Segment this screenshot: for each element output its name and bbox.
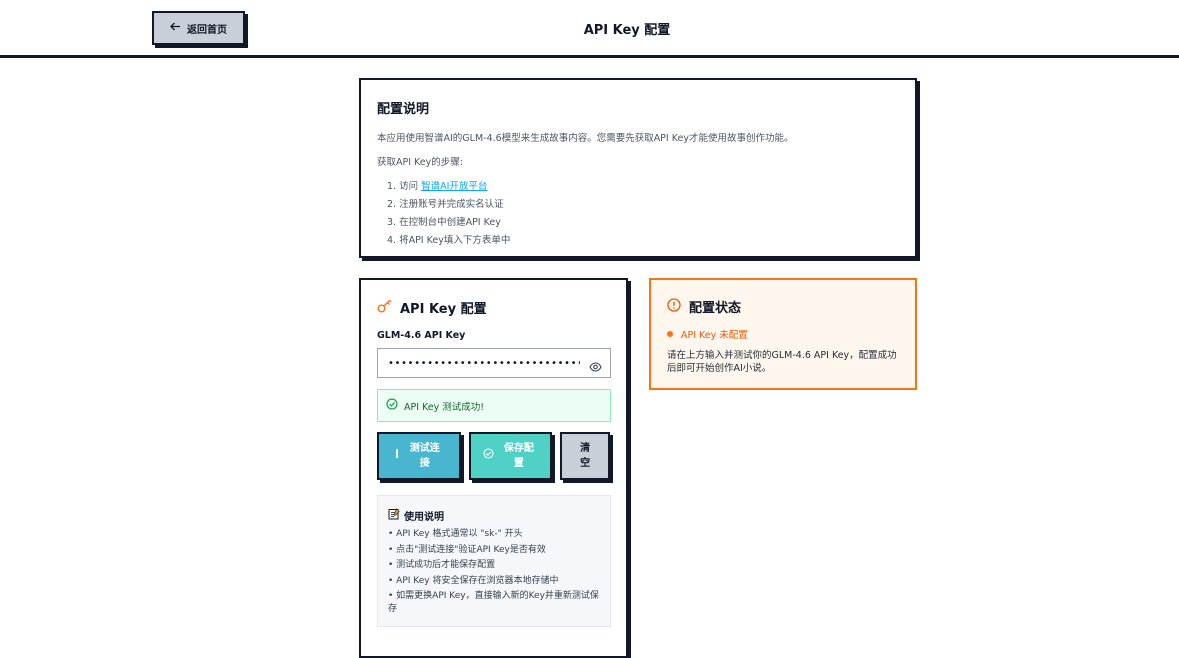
config-card-header: API Key 配置 (377, 298, 610, 317)
api-key-config-card: API Key 配置 GLM-4.6 API Key •••••••••••••… (359, 278, 628, 658)
success-text: API Key 测试成功! (404, 401, 485, 413)
check-circle-icon (386, 398, 398, 413)
memo-icon (388, 508, 400, 523)
zhipu-platform-link[interactable]: 智谱AI开放平台 (421, 181, 487, 192)
test-connection-button[interactable]: 测试连接 (377, 432, 461, 480)
status-card-title: 配置状态 (689, 301, 742, 316)
api-key-input[interactable]: •••••••••••••••••••••••••••••••••••• (377, 348, 611, 378)
instructions-intro: 本应用使用智谱AI的GLM-4.6模型来生成故事内容。您需要先获取API Key… (377, 133, 794, 144)
usage-note-item: • API Key 格式通常以 "sk-" 开头 (388, 529, 523, 539)
usage-note-item: • 如需更换API Key，直接输入新的Key并重新测试保存 (388, 591, 599, 614)
test-success-message: API Key 测试成功! (377, 389, 611, 422)
usage-notes-list: • API Key 格式通常以 "sk-" 开头 • 点击"测试连接"验证API… (388, 528, 600, 616)
save-config-label: 保存配置 (503, 443, 534, 469)
alert-circle-icon (667, 297, 681, 316)
status-text: API Key 未配置 (681, 330, 748, 341)
instructions-title: 配置说明 (377, 102, 430, 117)
check-circle-icon (483, 448, 494, 464)
eye-icon[interactable] (589, 357, 602, 376)
action-buttons: 测试连接 保存配置 清空 (377, 432, 610, 480)
step-item: 4. 将API Key填入下方表单中 (387, 235, 511, 246)
step-item: 3. 在控制台中创建API Key (387, 217, 501, 228)
status-dot (667, 331, 673, 337)
top-header: 返回首页 API Key 配置 (0, 0, 1179, 58)
clear-label: 清空 (580, 443, 591, 469)
usage-notes-title: 使用说明 (404, 512, 444, 523)
key-icon (377, 298, 392, 317)
config-status-card: 配置状态 API Key 未配置 请在上方输入并测试你的GLM-4.6 API … (649, 278, 917, 390)
test-connection-label: 测试连接 (409, 443, 440, 469)
plug-icon (394, 448, 400, 464)
usage-note-item: • 点击"测试连接"验证API Key是否有效 (388, 544, 546, 555)
save-config-button[interactable]: 保存配置 (468, 432, 553, 480)
steps-title: 获取API Key的步骤: (377, 157, 463, 168)
status-description: 请在上方输入并测试你的GLM-4.6 API Key，配置成功后即可开始创作AI… (667, 350, 897, 374)
usage-notes: 使用说明 • API Key 格式通常以 "sk-" 开头 • 点击"测试连接"… (377, 495, 611, 627)
instructions-card: 配置说明 本应用使用智谱AI的GLM-4.6模型来生成故事内容。您需要先获取AP… (359, 78, 917, 258)
page-title: API Key 配置 (583, 23, 671, 38)
api-key-field-label: GLM-4.6 API Key (377, 330, 466, 341)
steps-list: 1. 访问 智谱AI开放平台 2. 注册账号并完成实名认证 3. 在控制台中创建… (377, 178, 899, 250)
clear-button[interactable]: 清空 (560, 432, 610, 480)
usage-notes-header: 使用说明 (388, 508, 600, 523)
status-card-header: 配置状态 (667, 297, 899, 316)
status-indicator: API Key 未配置 (667, 327, 899, 341)
config-card-title: API Key 配置 (400, 302, 487, 317)
usage-note-item: • 测试成功后才能保存配置 (388, 560, 496, 570)
usage-note-item: • API Key 将安全保存在浏览器本地存储中 (388, 575, 559, 586)
api-key-masked-value: •••••••••••••••••••••••••••••••••••• (388, 357, 580, 369)
step-item: 2. 注册账号并完成实名认证 (387, 199, 504, 210)
step-item: 1. 访问 智谱AI开放平台 (387, 181, 488, 192)
